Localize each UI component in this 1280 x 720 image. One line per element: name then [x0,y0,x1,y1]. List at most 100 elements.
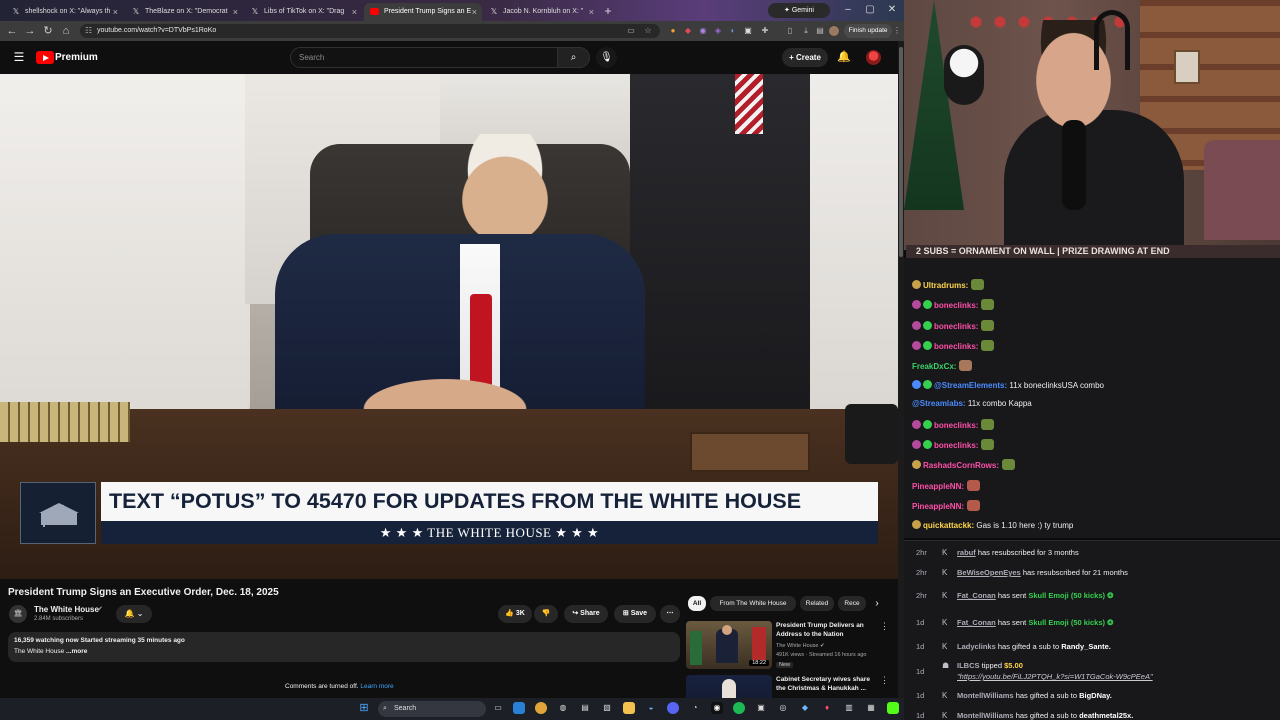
channel-avatar[interactable]: 🏛 [9,605,27,623]
spotify-icon[interactable] [733,702,745,714]
badge-icon [912,440,921,449]
extension-icon[interactable]: ▣ [743,25,753,37]
extensions-puzzle-icon[interactable]: ✚ [760,25,770,37]
task-view-icon[interactable]: ▭ [492,702,504,714]
tab-theblaze[interactable]: 𝕏 TheBlaze on X: "Democrat × [125,3,243,21]
tab-search-icon[interactable]: ▤ [815,25,825,37]
extension-icon[interactable]: ◐ [728,25,738,37]
obs-icon[interactable]: ◉ [711,702,723,714]
search-icon[interactable]: ⌕ [558,47,590,68]
share-button[interactable]: ↪ Share [564,605,608,623]
app-icon[interactable]: ◆ [799,702,811,714]
recommendation-item[interactable]: Cabinet Secretary wives share the Christ… [686,675,892,698]
youtube-premium-wordmark[interactable]: Premium [55,51,98,64]
tab-shellshock[interactable]: 𝕏shellshock on X: "Always th × [5,3,123,21]
taskbar-search[interactable]: Search [378,701,486,717]
kick-k-icon: K [942,548,948,557]
extension-icon[interactable]: ◉ [698,25,708,37]
video-thumbnail[interactable]: 18:22 [686,621,772,669]
close-tab-icon[interactable]: × [352,3,357,21]
recommendation-item[interactable]: 18:22 President Trump Delivers an Addres… [686,621,892,671]
more-options-icon[interactable]: ⋮ [880,675,889,686]
description-box[interactable]: 16,359 watching now Started streaming 35… [8,632,680,662]
menu-kebab-icon[interactable]: ⋮ [892,25,902,37]
chip-recent[interactable]: Rece [838,596,866,611]
app-icon[interactable]: ◎ [777,702,789,714]
app-icon[interactable]: ▦ [865,702,877,714]
more-options-icon[interactable]: ⋮ [880,621,889,632]
extension-icon[interactable]: ◆ [683,25,693,37]
more-actions-icon[interactable]: ⋯ [660,605,680,623]
app-icon[interactable]: ▤ [579,702,591,714]
youtube-logo-icon[interactable] [36,51,54,64]
video-player[interactable]: TEXT “POTUS” TO 45470 FOR UPDATES FROM T… [0,74,898,579]
scrollbar-thumb[interactable] [899,47,903,257]
account-avatar[interactable] [866,50,881,65]
chip-from-the-white-house[interactable]: From The White House [710,596,796,611]
channel-name[interactable]: The White House [34,605,99,614]
thumbnail-flag [752,627,766,663]
sidepanel-icon[interactable]: ▯ [785,25,795,37]
address-bar[interactable]: ☷ youtube.com/watch?v=DTVbPs1RoKo [80,24,660,38]
microphone-icon[interactable]: 🎙 [596,47,617,68]
site-info-icon[interactable]: ☷ [85,24,92,38]
forward-icon[interactable]: → [22,23,38,39]
app-icon[interactable]: ◍ [557,702,569,714]
close-tab-icon[interactable]: × [233,3,238,21]
new-tab-button[interactable]: + [600,3,616,19]
windows-start-icon[interactable]: ⊞ [358,702,370,714]
dislike-button[interactable]: 👎 [534,605,558,623]
maximize-icon[interactable]: ▢ [860,2,880,18]
cast-icon[interactable]: ▭ [626,25,636,37]
save-button[interactable]: ⊞ Save [614,605,656,623]
new-badge: New [776,662,794,668]
x-logo-icon: 𝕏 [12,7,20,16]
close-tab-icon[interactable]: × [113,3,118,21]
chevron-right-icon[interactable]: › [870,596,884,611]
gemini-button[interactable]: ✦ Gemini [768,3,830,18]
create-button[interactable]: + Create [782,48,828,67]
app-icon[interactable]: ♦ [821,702,833,714]
extension-icon[interactable]: ◈ [713,25,723,37]
discord-icon[interactable] [667,702,679,714]
subscribed-bell-button[interactable]: 🔔 ⌄ [116,605,152,623]
youtube-icon [370,8,379,15]
search-input[interactable]: Search [290,47,558,68]
badge-icon [912,520,921,529]
recommendation-title[interactable]: Cabinet Secretary wives share the Christ… [776,675,876,693]
reload-icon[interactable]: ↻ [40,23,56,39]
like-button[interactable]: 👍 3K [498,605,532,623]
tab-kornbluh[interactable]: 𝕏 Jacob N. Kornbluh on X: " × [483,3,599,21]
close-tab-icon[interactable]: × [472,3,477,21]
file-explorer-icon[interactable] [623,702,635,714]
edge-icon[interactable] [513,702,525,714]
chrome-icon[interactable] [535,702,547,714]
extension-icon[interactable]: ● [668,25,678,37]
tab-libsoftiktok[interactable]: 𝕏 Libs of TikTok on X: "Drag × [244,3,362,21]
app-icon[interactable]: ▧ [601,702,613,714]
hamburger-menu-icon[interactable]: ☰ [12,50,26,64]
kick-icon[interactable] [887,702,899,714]
steam-icon[interactable]: ◒ [645,702,657,714]
show-more-link[interactable]: ...more [66,648,87,655]
tab-youtube-active[interactable]: President Trump Signs an E × [364,3,482,21]
app-icon[interactable]: ▣ [755,702,767,714]
chip-related[interactable]: Related [800,596,834,611]
notifications-bell-icon[interactable]: 🔔 [837,50,851,64]
finish-update-button[interactable]: Finish update [844,24,892,38]
profile-avatar[interactable] [829,26,839,36]
back-icon[interactable]: ← [4,23,20,39]
close-tab-icon[interactable]: × [589,3,594,21]
chip-all[interactable]: All [688,596,706,611]
video-thumbnail[interactable] [686,675,772,698]
learn-more-link[interactable]: Learn more [360,683,393,690]
home-icon[interactable]: ⌂ [58,23,74,39]
download-icon[interactable]: ⤓ [801,25,811,37]
app-icon[interactable]: ◔ [689,702,701,714]
minimize-icon[interactable]: – [838,2,858,18]
close-window-icon[interactable]: ✕ [882,2,902,18]
app-icon[interactable]: ▥ [843,702,855,714]
badge-icon [923,300,932,309]
bookmark-star-icon[interactable]: ☆ [643,25,653,37]
recommendation-title[interactable]: President Trump Delivers an Address to t… [776,621,876,639]
